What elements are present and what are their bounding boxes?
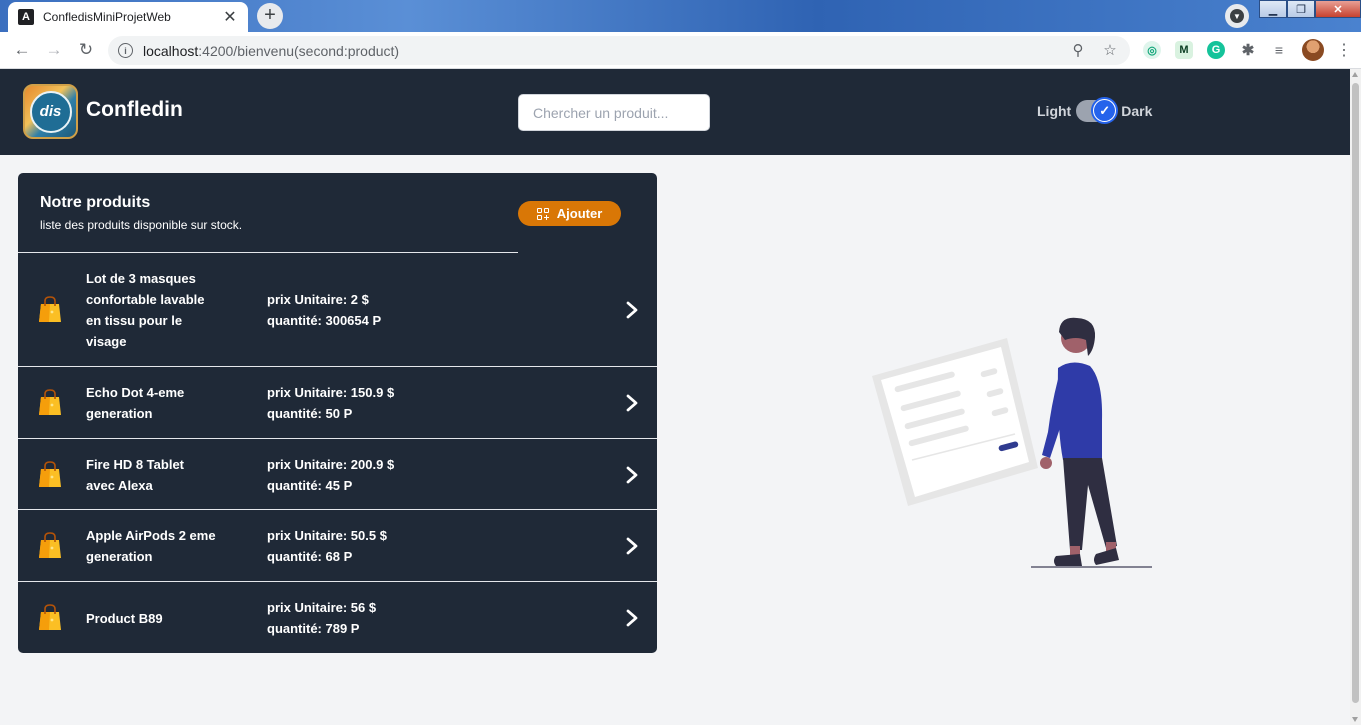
bookmark-star-icon[interactable]: ☆ xyxy=(1100,41,1120,61)
product-list: Lot de 3 masques confortable lavable en … xyxy=(18,253,657,653)
check-icon: ✓ xyxy=(1094,100,1116,121)
reload-icon[interactable]: ↻ xyxy=(75,39,97,61)
product-info: prix Unitaire: 150.9 $ quantité: 50 P xyxy=(267,382,394,424)
address-bar[interactable]: i localhost:4200/bienvenu(second:product… xyxy=(108,36,1130,65)
shopping-bag-icon xyxy=(35,387,65,417)
page-scrollbar[interactable] xyxy=(1350,69,1361,725)
tab-close-icon[interactable]: ✕ xyxy=(222,7,238,27)
angular-icon: A xyxy=(18,9,34,25)
products-card-header: Notre produits liste des produits dispon… xyxy=(18,173,657,253)
shopping-bag-icon xyxy=(35,459,65,489)
chevron-right-icon[interactable] xyxy=(625,394,639,412)
product-name: Product B89 xyxy=(86,611,163,626)
download-icon[interactable]: ▼ xyxy=(1225,4,1249,28)
product-info: prix Unitaire: 200.9 $ quantité: 45 P xyxy=(267,454,394,496)
scroll-down-arrow[interactable] xyxy=(1352,717,1358,722)
browser-tabstrip: A ConfledisMiniProjetWeb ✕ + ▼ ▁ ❐ ✕ xyxy=(0,0,1361,32)
product-price: prix Unitaire: 50.5 $ xyxy=(267,528,387,543)
products-card: Notre produits liste des produits dispon… xyxy=(18,173,657,653)
product-quantity: quantité: 300654 P xyxy=(267,313,382,328)
scroll-thumb[interactable] xyxy=(1352,83,1359,703)
forward-icon[interactable]: → xyxy=(43,39,65,61)
product-name: Echo Dot 4-eme generation xyxy=(86,385,185,421)
chevron-right-icon[interactable] xyxy=(625,537,639,555)
product-price: prix Unitaire: 2 $ xyxy=(267,292,369,307)
product-info: prix Unitaire: 50.5 $ quantité: 68 P xyxy=(267,525,387,567)
url-text[interactable]: localhost:4200/bienvenu(second:product) xyxy=(143,43,1056,59)
products-subtitle: liste des produits disponible sur stock. xyxy=(40,218,243,232)
add-grid-icon xyxy=(536,207,549,220)
back-icon[interactable]: ← xyxy=(11,39,33,61)
extensions-puzzle-icon[interactable]: ✱ xyxy=(1239,41,1257,59)
window-close-button[interactable]: ✕ xyxy=(1315,0,1361,18)
shopping-bag-icon xyxy=(35,294,65,324)
add-product-button[interactable]: Ajouter xyxy=(518,201,621,226)
product-quantity: quantité: 50 P xyxy=(267,406,353,421)
profile-avatar[interactable] xyxy=(1302,39,1324,61)
toggle-knob: ✓ xyxy=(1091,97,1119,124)
theme-switcher: Light ✓ Dark xyxy=(1037,97,1153,124)
empty-state-illustration xyxy=(872,317,1152,568)
shopping-bag-icon xyxy=(35,530,65,560)
logo-mark: dis xyxy=(29,90,72,133)
extension-m-icon[interactable]: M xyxy=(1175,41,1193,59)
browser-toolbar: ← → ↻ i localhost:4200/bienvenu(second:p… xyxy=(0,32,1361,69)
site-info-icon[interactable]: i xyxy=(118,43,133,58)
product-price: prix Unitaire: 200.9 $ xyxy=(267,457,395,472)
new-tab-button[interactable]: + xyxy=(257,3,283,29)
minimize-button[interactable]: ▁ xyxy=(1259,0,1287,18)
brand-name[interactable]: Confledin xyxy=(86,98,183,122)
theme-light-label: Light xyxy=(1037,103,1072,119)
window-controls: ▼ ▁ ❐ ✕ xyxy=(1225,0,1361,28)
product-quantity: quantité: 45 P xyxy=(267,478,353,493)
add-button-label: Ajouter xyxy=(556,206,603,221)
url-host: localhost xyxy=(143,42,199,59)
brand-logo[interactable]: dis xyxy=(23,84,78,139)
maximize-button[interactable]: ❐ xyxy=(1287,0,1315,18)
scroll-up-arrow[interactable] xyxy=(1352,72,1358,77)
zoom-icon[interactable]: ⚲ xyxy=(1068,41,1088,61)
product-search-input[interactable] xyxy=(518,94,710,131)
shopping-bag-icon xyxy=(35,602,65,632)
url-path: :4200/bienvenu(second:product) xyxy=(198,42,400,59)
product-info: prix Unitaire: 56 $ quantité: 789 P xyxy=(267,597,376,639)
product-row[interactable]: Lot de 3 masques confortable lavable en … xyxy=(18,253,657,367)
product-quantity: quantité: 68 P xyxy=(267,549,353,564)
document-illustration xyxy=(872,338,1038,506)
product-row[interactable]: Fire HD 8 Tablet avec Alexa prix Unitaire… xyxy=(18,439,657,510)
product-name: Fire HD 8 Tablet avec Alexa xyxy=(86,457,185,493)
tab-title: ConfledisMiniProjetWeb xyxy=(43,10,171,24)
chevron-right-icon[interactable] xyxy=(625,609,639,627)
product-row[interactable]: Product B89 prix Unitaire: 56 $ quantité: … xyxy=(18,582,657,653)
extension-circle-icon[interactable]: ◎ xyxy=(1143,41,1161,59)
product-name: Lot de 3 masques confortable lavable en … xyxy=(86,271,205,349)
product-quantity: quantité: 789 P xyxy=(267,621,360,636)
product-price: prix Unitaire: 150.9 $ xyxy=(267,385,395,400)
media-queue-icon[interactable]: ≡ xyxy=(1270,41,1288,59)
product-name: Apple AirPods 2 eme generation xyxy=(86,528,216,564)
chrome-menu-icon[interactable]: ⋮ xyxy=(1336,40,1352,60)
grammarly-icon[interactable]: G xyxy=(1207,41,1225,59)
chevron-right-icon[interactable] xyxy=(625,301,639,319)
theme-dark-label: Dark xyxy=(1121,103,1153,119)
products-title: Notre produits xyxy=(40,194,151,211)
browser-tab[interactable]: A ConfledisMiniProjetWeb ✕ xyxy=(8,2,248,32)
person-illustration xyxy=(1031,317,1152,568)
app-header: dis Confledin Light ✓ Dark xyxy=(0,69,1350,155)
product-price: prix Unitaire: 56 $ xyxy=(267,600,377,615)
product-row[interactable]: Echo Dot 4-eme generation prix Unitaire: … xyxy=(18,367,657,439)
theme-toggle[interactable]: ✓ xyxy=(1076,97,1119,124)
product-row[interactable]: Apple AirPods 2 eme generation prix Unita… xyxy=(18,510,657,582)
product-info: prix Unitaire: 2 $ quantité: 300654 P xyxy=(267,289,381,331)
chevron-right-icon[interactable] xyxy=(625,466,639,484)
